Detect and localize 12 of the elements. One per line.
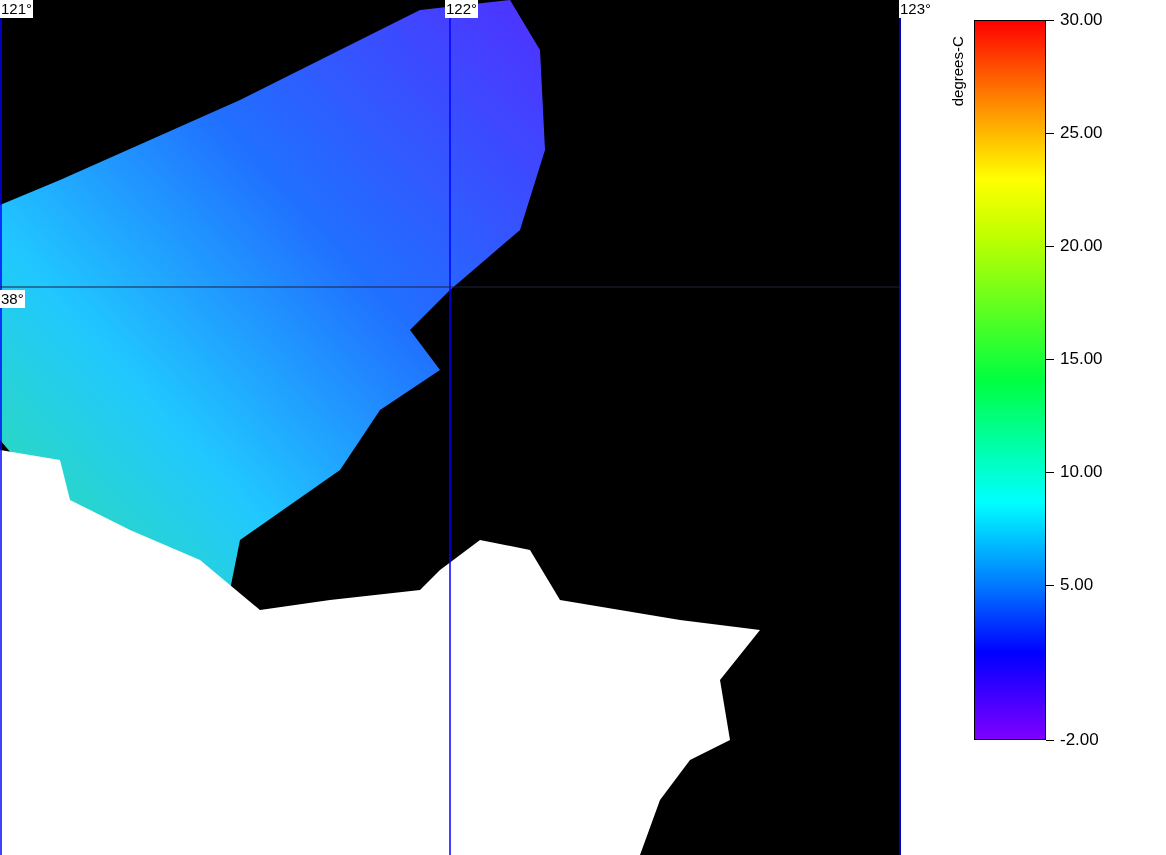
scale-tick-label: -2.00 xyxy=(1060,730,1099,750)
scale-tick-label: 30.00 xyxy=(1060,10,1103,30)
scale-tick-label: 25.00 xyxy=(1060,123,1103,143)
scale-tick-label: 15.00 xyxy=(1060,349,1103,369)
longitude-label: 123° xyxy=(899,0,933,18)
scale-tick-label: 5.00 xyxy=(1060,575,1094,595)
longitude-label: 121° xyxy=(0,0,34,18)
latitude-label: 38° xyxy=(0,290,25,308)
longitude-label: 122° xyxy=(445,0,479,18)
scale-tick-label: 10.00 xyxy=(1060,462,1103,482)
scale-tick-label: 20.00 xyxy=(1060,236,1103,256)
legend-title: degrees-C xyxy=(947,36,967,107)
